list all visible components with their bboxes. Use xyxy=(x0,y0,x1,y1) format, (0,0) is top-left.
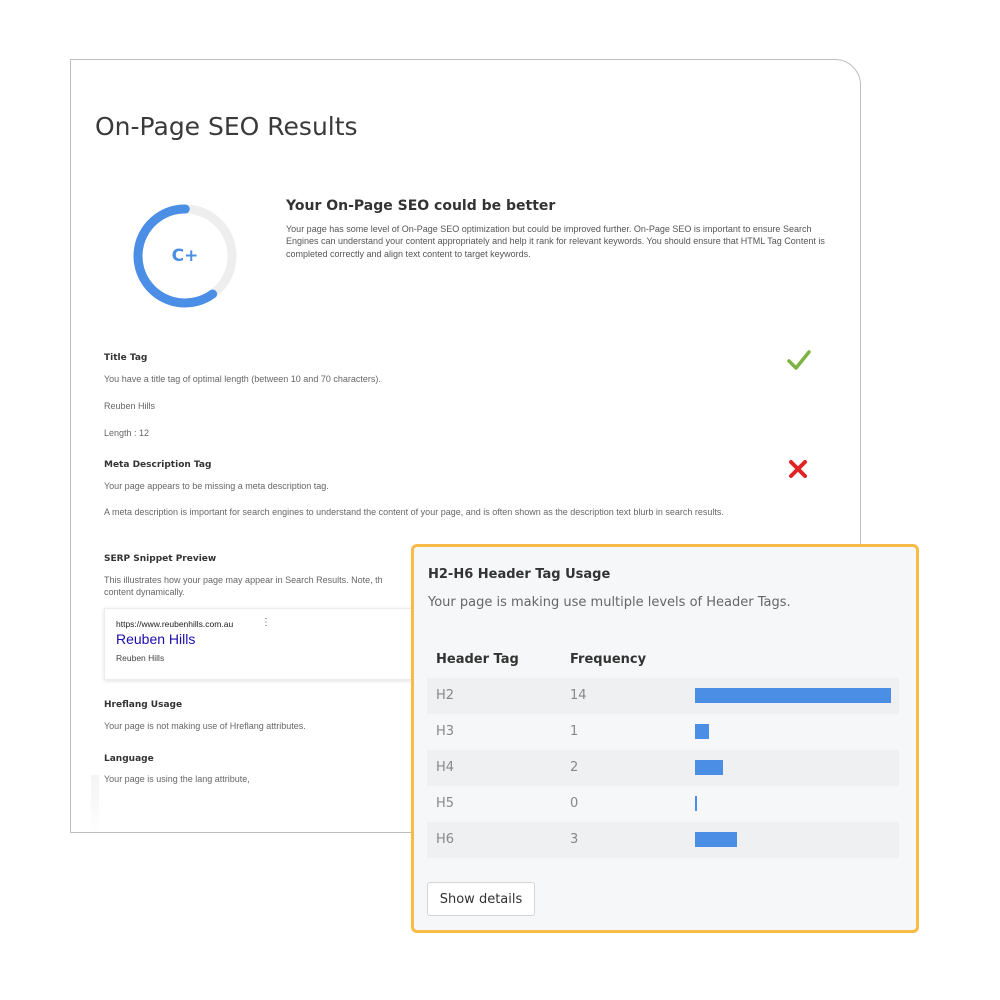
grade-letter: C+ xyxy=(171,246,199,266)
header-tag-cell: H2 xyxy=(436,688,455,703)
table-row: H4 2 xyxy=(427,750,899,786)
title-tag-heading: Title Tag xyxy=(104,353,148,363)
frequency-cell: 0 xyxy=(570,796,579,811)
serp-heading: SERP Snippet Preview xyxy=(104,554,217,564)
frequency-cell: 14 xyxy=(570,688,587,703)
show-details-button[interactable]: Show details xyxy=(427,882,535,916)
hreflang-heading: Hreflang Usage xyxy=(104,700,183,710)
frequency-bar xyxy=(695,724,709,739)
title-tag-length: Length : 12 xyxy=(104,428,150,438)
frequency-bar xyxy=(695,796,697,811)
table-row: H6 3 xyxy=(427,822,899,858)
language-description: Your page is using the lang attribute, xyxy=(104,774,250,784)
panel-subtitle: Your page is making use multiple levels … xyxy=(428,595,791,610)
header-tag-cell: H6 xyxy=(436,832,455,847)
meta-description-heading: Meta Description Tag xyxy=(104,460,212,470)
serp-title-link[interactable]: Reuben Hills xyxy=(116,631,195,647)
frequency-bar xyxy=(695,688,891,703)
header-tag-usage-panel: H2-H6 Header Tag Usage Your page is maki… xyxy=(411,544,919,933)
serp-url: https://www.reubenhills.com.au xyxy=(116,619,234,629)
title-tag-value: Reuben Hills xyxy=(104,401,156,411)
frequency-bar xyxy=(695,760,723,775)
summary-heading: Your On-Page SEO could be better xyxy=(286,198,556,214)
check-icon xyxy=(787,350,811,370)
frequency-cell: 3 xyxy=(570,832,579,847)
title-tag-description: You have a title tag of optimal length (… xyxy=(104,374,381,384)
page-title: On-Page SEO Results xyxy=(95,112,358,141)
header-tag-cell: H5 xyxy=(436,796,455,811)
column-header-tag: Header Tag xyxy=(436,652,519,667)
panel-title: H2-H6 Header Tag Usage xyxy=(428,567,611,582)
frequency-cell: 1 xyxy=(570,724,579,739)
frequency-cell: 2 xyxy=(570,760,579,775)
meta-description-note: A meta description is important for sear… xyxy=(104,507,724,517)
serp-snippet-preview: https://www.reubenhills.com.au ⋮ Reuben … xyxy=(104,608,436,680)
header-tag-cell: H4 xyxy=(436,760,455,775)
summary-text: Your page has some level of On-Page SEO … xyxy=(286,224,825,259)
hreflang-description: Your page is not making use of Hreflang … xyxy=(104,721,306,731)
table-row: H5 0 xyxy=(427,786,899,822)
frequency-bar xyxy=(695,832,737,847)
header-tag-table: H2 14 H3 1 H4 2 H5 0 H6 3 xyxy=(427,678,899,858)
table-row: H2 14 xyxy=(427,678,899,714)
header-tag-cell: H3 xyxy=(436,724,455,739)
serp-description-continued: content dynamically. xyxy=(104,587,185,597)
serp-description: This illustrates how your page may appea… xyxy=(104,575,383,585)
more-options-icon[interactable]: ⋮ xyxy=(261,617,271,628)
meta-description-text: Your page appears to be missing a meta d… xyxy=(104,481,329,491)
column-header-frequency: Frequency xyxy=(570,652,647,667)
cross-icon xyxy=(789,460,807,478)
serp-snippet-text: Reuben Hills xyxy=(116,653,165,663)
scroll-fade xyxy=(91,775,99,832)
table-row: H3 1 xyxy=(427,714,899,750)
table-header: Header Tag Frequency xyxy=(427,645,899,679)
language-heading: Language xyxy=(104,754,154,764)
